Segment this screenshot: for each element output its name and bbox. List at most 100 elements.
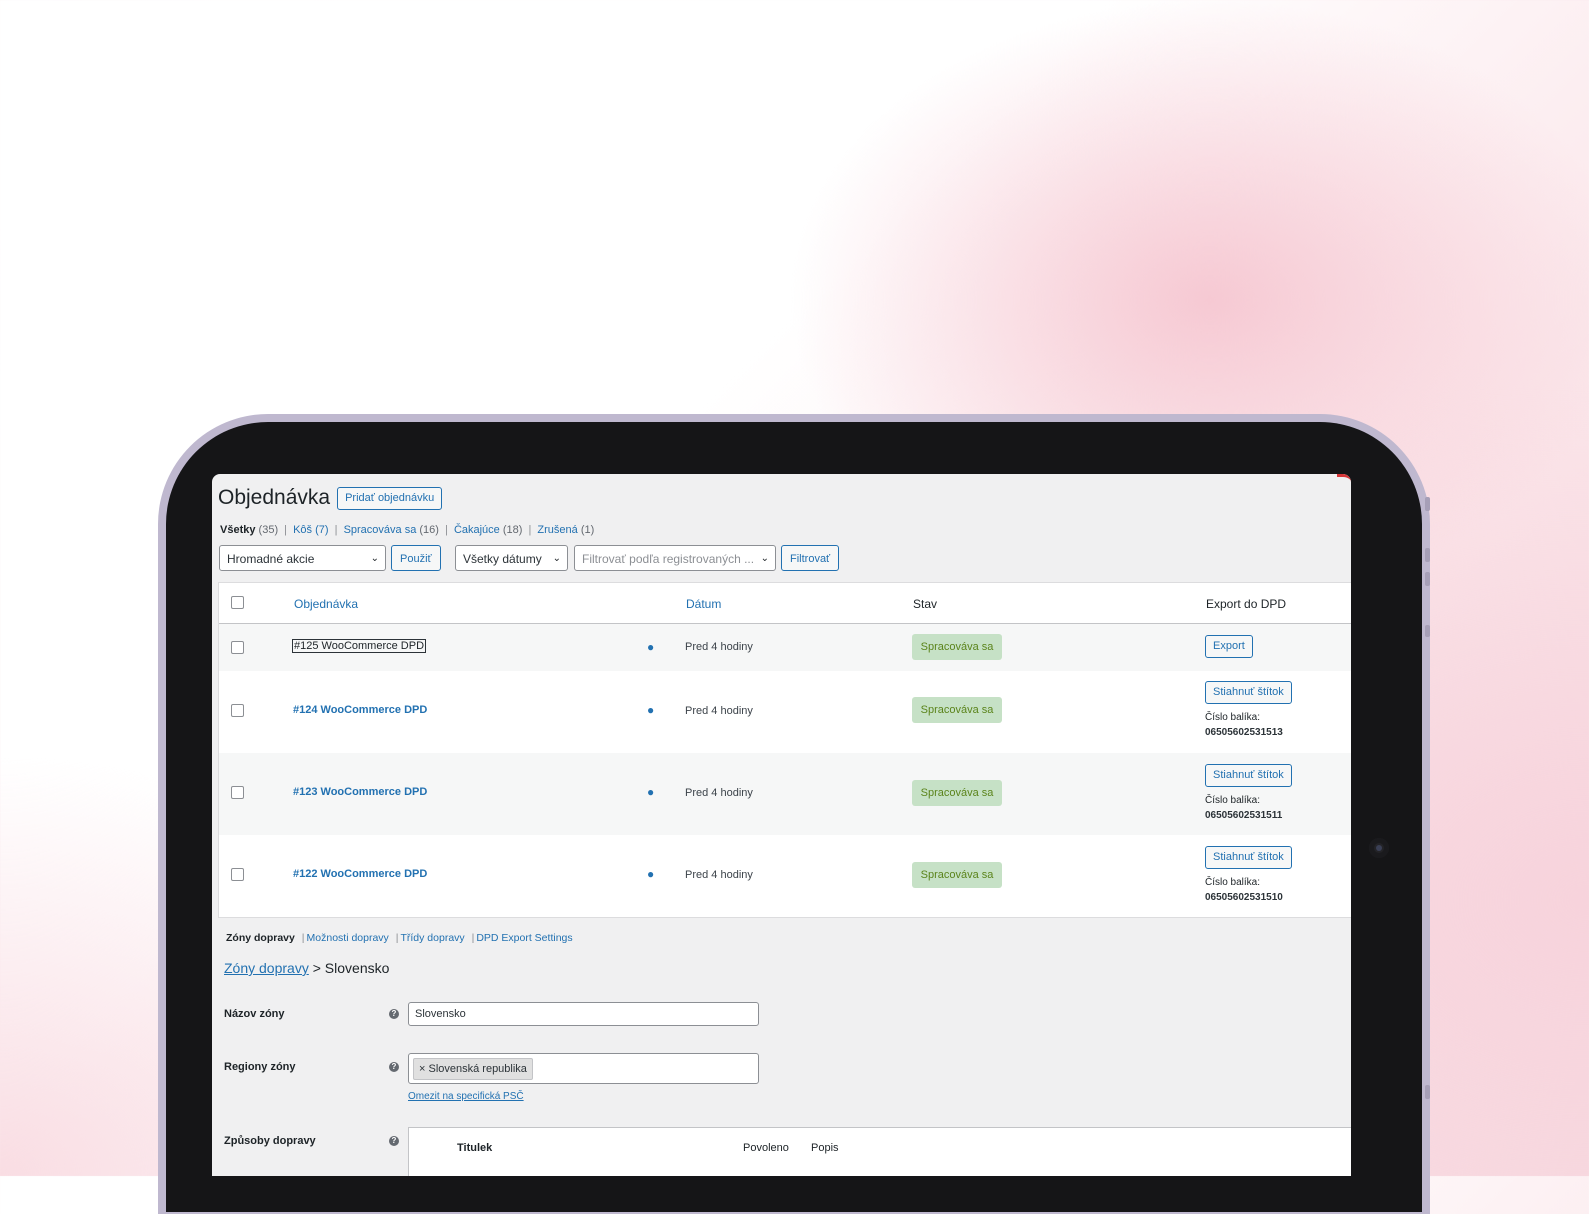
filter-separator: | xyxy=(528,524,532,536)
filter-separator: | xyxy=(284,524,288,536)
order-date: Pred 4 hodiny xyxy=(685,869,753,881)
column-enabled: Povoleno xyxy=(743,1142,789,1154)
screen-corner-accent xyxy=(1337,474,1351,491)
row-checkbox[interactable] xyxy=(231,868,244,881)
order-link[interactable]: #123 WooCommerce DPD xyxy=(293,786,427,798)
package-number: 06505602531510 xyxy=(1205,892,1283,903)
region-chip[interactable]: × Slovenská republika xyxy=(413,1058,533,1080)
download-label-button[interactable]: Stiahnuť štítok xyxy=(1205,681,1292,704)
table-row[interactable]: #125 WooCommerce DPD ● Pred 4 hodiny Spr… xyxy=(219,624,1351,671)
column-order[interactable]: Objednávka xyxy=(294,597,358,611)
tab-shipping-zones[interactable]: Zóny dopravy xyxy=(226,932,295,944)
zone-name-label: Názov zóny xyxy=(224,1008,285,1020)
bulk-actions-select[interactable]: Hromadné akcie ⌄ xyxy=(219,545,386,571)
row-checkbox[interactable] xyxy=(231,786,244,799)
bulk-actions-value: Hromadné akcie xyxy=(227,552,315,566)
preview-eye-icon[interactable]: ● xyxy=(647,867,654,881)
tab-shipping-classes[interactable]: Třídy dopravy xyxy=(400,932,464,944)
package-info: Číslo balíka: 06505602531511 xyxy=(1205,793,1282,823)
row-checkbox[interactable] xyxy=(231,704,244,717)
filter-pending[interactable]: Čakajúce xyxy=(454,524,500,536)
order-link[interactable]: #125 WooCommerce DPD xyxy=(292,639,427,653)
row-checkbox[interactable] xyxy=(231,641,244,654)
zone-name-input[interactable]: Slovensko xyxy=(408,1002,759,1026)
help-icon[interactable]: ? xyxy=(389,1062,399,1072)
column-description: Popis xyxy=(811,1142,839,1154)
order-link[interactable]: #122 WooCommerce DPD xyxy=(293,868,427,880)
chevron-down-icon: ⌄ xyxy=(760,553,769,564)
status-badge: Spracováva sa xyxy=(912,862,1002,888)
breadcrumb-shipping-zones[interactable]: Zóny dopravy xyxy=(224,960,309,976)
download-label-button[interactable]: Stiahnuť štítok xyxy=(1205,846,1292,869)
status-filter-links: Všetky (35) | Kôš (7) | Spracováva sa (1… xyxy=(220,524,594,536)
page-header: Objednávka Pridať objednávku xyxy=(218,486,443,510)
package-number: 06505602531513 xyxy=(1205,727,1283,738)
shipping-methods-table: Titulek Povoleno Popis xyxy=(408,1127,1351,1176)
camera-icon xyxy=(1369,838,1389,858)
help-icon[interactable]: ? xyxy=(389,1136,399,1146)
tab-separator: | xyxy=(301,932,305,944)
table-header: Objednávka Dátum Stav Export do DPD xyxy=(219,583,1351,624)
table-row[interactable]: #124 WooCommerce DPD ● Pred 4 hodiny Spr… xyxy=(219,671,1351,753)
tab-separator: | xyxy=(395,932,399,944)
zone-regions-label: Regiony zóny xyxy=(224,1061,296,1073)
order-date: Pred 4 hodiny xyxy=(685,705,753,717)
customer-filter-select[interactable]: Filtrovať podľa registrovaných ... ⌄ xyxy=(574,545,776,571)
package-label: Číslo balíka: xyxy=(1205,877,1261,888)
page-title: Objednávka xyxy=(218,486,331,509)
tab-separator: | xyxy=(471,932,475,944)
shipping-subtabs: Zóny dopravy | Možnosti dopravy | Třídy do… xyxy=(226,932,573,944)
zone-name-value: Slovensko xyxy=(415,1008,466,1020)
tablet-volume-up-button xyxy=(1425,548,1430,562)
column-date[interactable]: Dátum xyxy=(686,597,721,611)
preview-eye-icon[interactable]: ● xyxy=(647,640,654,654)
add-order-button[interactable]: Pridať objednávku xyxy=(337,486,443,510)
package-info: Číslo balíka: 06505602531510 xyxy=(1205,875,1283,905)
tablet-volume-down-button xyxy=(1425,572,1430,586)
order-date: Pred 4 hodiny xyxy=(685,787,753,799)
dates-select[interactable]: Všetky dátumy ⌄ xyxy=(455,545,568,571)
filter-cancelled[interactable]: Zrušená xyxy=(537,524,577,536)
tablet-lower-button xyxy=(1425,1085,1430,1099)
help-icon[interactable]: ? xyxy=(389,1009,399,1019)
download-label-button[interactable]: Stiahnuť štítok xyxy=(1205,764,1292,787)
column-status: Stav xyxy=(913,597,938,611)
zone-regions-input[interactable]: × Slovenská republika xyxy=(408,1053,759,1084)
tab-shipping-options[interactable]: Možnosti dopravy xyxy=(307,932,389,944)
dates-value: Všetky dátumy xyxy=(463,552,542,566)
package-label: Číslo balíka: xyxy=(1205,795,1261,806)
export-button[interactable]: Export xyxy=(1205,635,1253,658)
filter-pending-count: (18) xyxy=(502,524,523,536)
filter-all[interactable]: Všetky xyxy=(220,524,255,536)
chevron-down-icon: ⌄ xyxy=(370,553,379,564)
breadcrumb: Zóny dopravy > Slovensko xyxy=(224,960,389,976)
filter-trash-count[interactable]: (7) xyxy=(315,524,328,536)
column-title: Titulek xyxy=(457,1142,493,1154)
limit-postcodes-link[interactable]: Omezit na specifická PSČ xyxy=(408,1091,524,1102)
order-link[interactable]: #124 WooCommerce DPD xyxy=(293,704,427,716)
preview-eye-icon[interactable]: ● xyxy=(647,785,654,799)
tab-dpd-export-settings[interactable]: DPD Export Settings xyxy=(476,932,572,944)
status-badge: Spracováva sa xyxy=(912,634,1002,660)
table-row[interactable]: #122 WooCommerce DPD ● Pred 4 hodiny Spr… xyxy=(219,835,1351,917)
package-number: 06505602531511 xyxy=(1205,810,1283,821)
breadcrumb-separator: > xyxy=(312,960,321,976)
order-date: Pred 4 hodiny xyxy=(685,641,753,653)
filter-button[interactable]: Filtrovať xyxy=(781,545,840,571)
filter-processing[interactable]: Spracováva sa xyxy=(344,524,417,536)
chevron-down-icon: ⌄ xyxy=(552,553,561,564)
filter-processing-count: (16) xyxy=(419,524,439,536)
filter-trash[interactable]: Kôš xyxy=(293,524,312,536)
filter-all-count: (35) xyxy=(258,524,279,536)
table-row[interactable]: #123 WooCommerce DPD ● Pred 4 hodiny Spr… xyxy=(219,753,1351,835)
preview-eye-icon[interactable]: ● xyxy=(647,703,654,717)
wp-admin-screen: Objednávka Pridať objednávku Všetky (35)… xyxy=(212,474,1351,1176)
select-all-checkbox[interactable] xyxy=(231,596,244,609)
orders-table: Objednávka Dátum Stav Export do DPD #125… xyxy=(218,582,1351,918)
breadcrumb-current: Slovensko xyxy=(324,960,390,976)
package-label: Číslo balíka: xyxy=(1205,712,1261,723)
apply-button[interactable]: Použiť xyxy=(391,545,441,571)
filter-separator: | xyxy=(445,524,448,536)
status-badge: Spracováva sa xyxy=(912,780,1002,806)
status-badge: Spracováva sa xyxy=(912,697,1002,723)
